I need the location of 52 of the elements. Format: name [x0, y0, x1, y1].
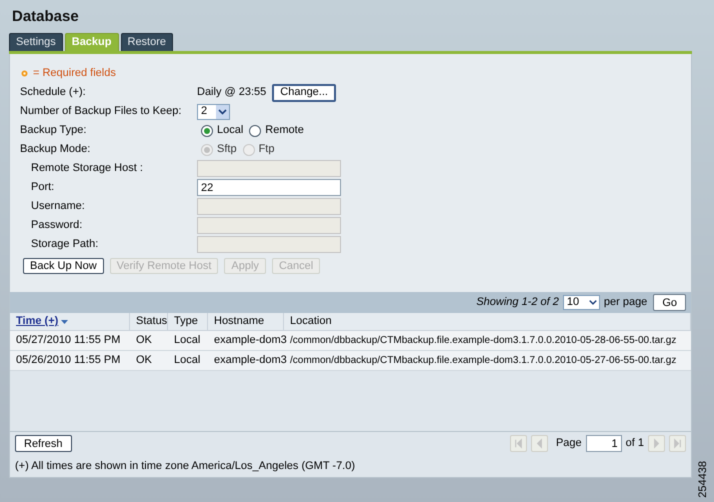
radio-button[interactable]	[201, 124, 213, 136]
field-label: Storage Path:	[30, 237, 100, 252]
column-header[interactable]: Type	[174, 313, 198, 330]
radio-label: Remote	[265, 123, 304, 138]
column-header[interactable]: Hostname	[214, 313, 264, 330]
dropdown-icon	[216, 104, 229, 118]
table-cell: /common/dbbackup/CTMbackup.file.example-dom3.1.7.0.0.2010-05-27-06-55-00.tar.gz	[290, 355, 676, 366]
page-field[interactable]: 1	[586, 435, 622, 452]
tab[interactable]: Settings	[9, 33, 63, 51]
required-note: = Required fields	[33, 66, 116, 81]
field-label: Schedule (+):	[19, 85, 87, 100]
per-page-label: per page	[604, 295, 648, 310]
page-label: Page	[556, 436, 582, 452]
action-button[interactable]: Back Up Now	[23, 258, 104, 274]
sort-down-icon	[61, 320, 68, 324]
radio-label: Sftp	[217, 142, 237, 158]
schedule-value: Daily @ 23:55	[197, 85, 266, 100]
field-label: Username:	[30, 199, 86, 214]
field-label: Password:	[30, 218, 84, 234]
showing-count: Showing 1-2 of 2	[476, 295, 559, 310]
column-header[interactable]: Location	[290, 313, 332, 330]
refresh-button[interactable]: Refresh	[15, 435, 72, 452]
page-title: Database	[11, 7, 80, 27]
table-cell: OK	[136, 354, 152, 366]
text-field[interactable]: 22	[197, 179, 341, 196]
table-cell: /common/dbbackup/CTMbackup.file.example-dom3.1.7.0.0.2010-05-28-06-55-00.tar.gz	[290, 335, 676, 346]
table-cell: Local	[174, 334, 200, 346]
field-label: Backup Type:	[19, 123, 88, 138]
per-page-select[interactable]: 10	[562, 295, 600, 310]
radio-label: Local	[217, 123, 244, 138]
radio-label: Ftp	[258, 142, 274, 158]
column-header[interactable]: Status	[136, 313, 168, 330]
page-count: of 1	[626, 436, 644, 452]
field-label: Number of Backup Files to Keep:	[19, 104, 182, 120]
figure-id: 254438	[696, 461, 710, 498]
backup-count-select[interactable]: 2	[197, 104, 230, 120]
table-cell: 05/27/2010 11:55 PM	[16, 334, 120, 346]
tab[interactable]: Restore	[120, 33, 174, 51]
table-cell: example-dom3	[214, 354, 287, 366]
go-button[interactable]: Go	[653, 294, 686, 311]
timezone-note: (+) All times are shown in time zone America/Los_Angeles (GMT -7.0)	[15, 458, 356, 474]
field-label: Backup Mode:	[19, 142, 92, 158]
field-label: Remote Storage Host :	[30, 161, 144, 176]
change-button[interactable]: Change...	[272, 84, 336, 102]
table-cell: Local	[174, 354, 200, 366]
required-icon	[20, 68, 29, 78]
field-label: Port:	[30, 180, 56, 196]
radio-button[interactable]	[249, 124, 262, 136]
sortable-column-header[interactable]: Time (+)	[16, 313, 58, 330]
table-cell: OK	[136, 334, 152, 346]
table-cell: 05/26/2010 11:55 PM	[16, 354, 120, 366]
table-cell: example-dom3	[214, 334, 287, 346]
